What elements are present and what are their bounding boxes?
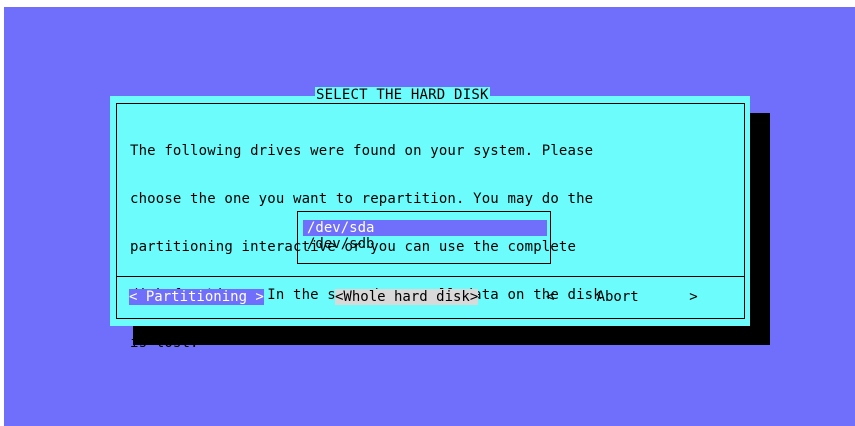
select-hard-disk-dialog: SELECT THE HARD DISK The following drive… (110, 87, 750, 351)
abort-button[interactable]: < Abort > (546, 289, 698, 305)
message-line: is lost. (130, 335, 199, 351)
whole-hard-disk-button[interactable]: <Whole hard disk> (335, 289, 479, 305)
drive-item-sda[interactable]: /dev/sda (303, 220, 547, 236)
button-separator (116, 276, 745, 277)
message-line: The following drives were found on your … (130, 143, 594, 159)
dialog-title: SELECT THE HARD DISK (315, 87, 490, 103)
drive-list[interactable]: /dev/sda /dev/sdb (297, 211, 551, 264)
drive-item-sdb[interactable]: /dev/sdb (303, 236, 374, 252)
partitioning-button[interactable]: < Partitioning > (129, 289, 264, 305)
message-line: choose the one you want to repartition. … (130, 191, 594, 207)
